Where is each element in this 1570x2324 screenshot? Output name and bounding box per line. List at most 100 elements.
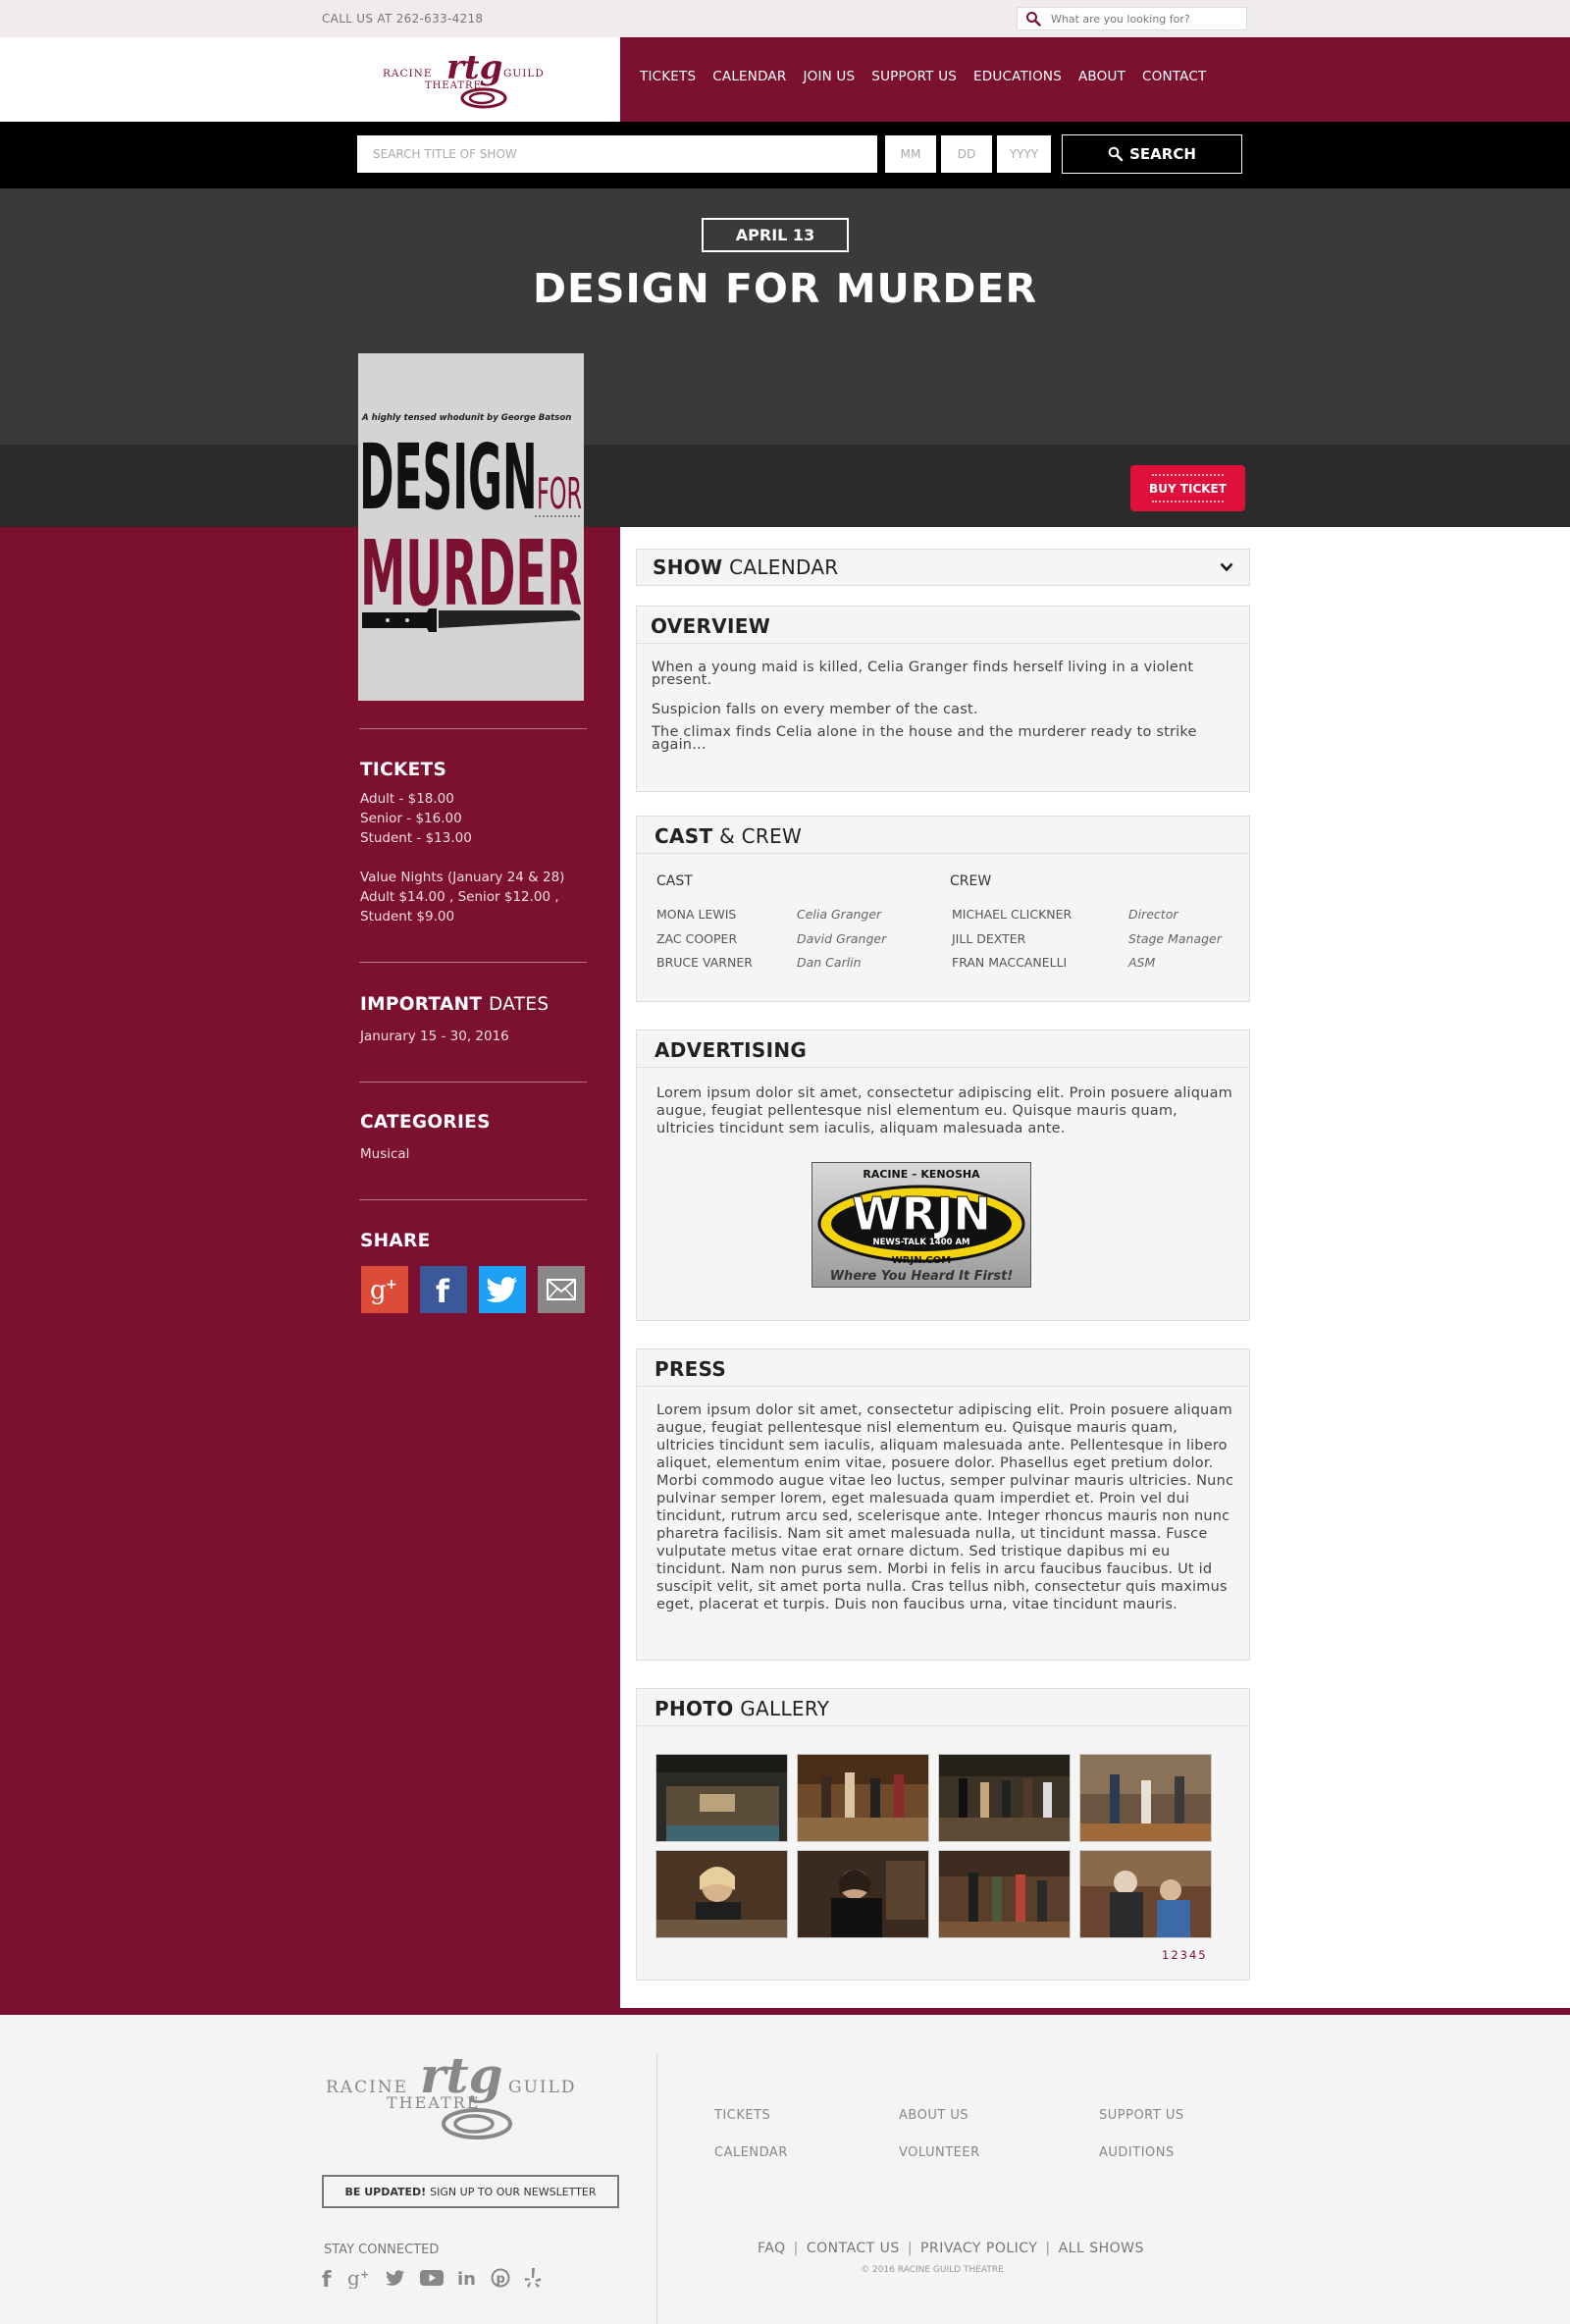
ad-region-text: RACINE – KENOSHA [863, 1168, 980, 1181]
footer [0, 2015, 1570, 2324]
gallery-thumbnail[interactable] [797, 1754, 929, 1842]
search-button-label: SEARCH [1129, 145, 1196, 163]
overview-paragraph: When a young maid is killed, Celia Grang… [652, 660, 1194, 688]
divider [359, 962, 587, 963]
categories-heading: CATEGORIES [360, 1112, 491, 1133]
buy-ticket-button[interactable]: BUY TICKET [1130, 465, 1245, 511]
logo-left-word: RACINE [383, 68, 433, 79]
footer-link-about-us[interactable]: ABOUT US [899, 2108, 968, 2123]
footer-link-all-shows[interactable]: ALL SHOWS [1059, 2241, 1144, 2256]
footer-link-privacy-policy[interactable]: PRIVACY POLICY [920, 2241, 1037, 2256]
ticket-price-student: Student - $13.00 [360, 830, 472, 846]
site-search-input[interactable] [1051, 10, 1242, 27]
gallery-thumbnail[interactable] [1079, 1754, 1212, 1842]
crew-member-role: Stage Manager [1128, 931, 1222, 946]
site-search[interactable] [1017, 7, 1247, 30]
year-input[interactable] [997, 135, 1051, 173]
wrjn-ad-banner[interactable]: RACINE – KENOSHA WRJN NEWS-TALK 1400 AM … [811, 1162, 1031, 1288]
nav-join-us[interactable]: JOIN US [803, 69, 855, 84]
gallery-thumbnail[interactable] [797, 1850, 929, 1938]
gallery-thumbnail[interactable] [938, 1850, 1071, 1938]
gallery-thumbnail[interactable] [938, 1754, 1071, 1842]
newsletter-signup-button[interactable]: BE UPDATED! SIGN UP TO OUR NEWSLETTER [322, 2175, 619, 2208]
press-text: Lorem ipsum dolor sit amet, consectetur … [656, 1402, 1234, 1612]
footer-link-support-us[interactable]: SUPPORT US [1099, 2108, 1184, 2123]
logo-right-word: GUILD [503, 68, 545, 79]
value-night-prices: Value Nights (January 24 & 28) Adult $14… [360, 868, 564, 926]
cast-crew-heading: CAST & CREW [654, 824, 803, 848]
value-nights-line: Student $9.00 [360, 909, 455, 924]
show-title-input[interactable] [357, 135, 877, 173]
nav-contact[interactable]: CONTACT [1142, 69, 1206, 84]
share-facebook-button[interactable]: f [420, 1266, 467, 1313]
photo-gallery-panel: PHOTO GALLERY 12345 [636, 1688, 1250, 1981]
copyright: © 2016 RACINE GUILD THEATRE [861, 2265, 1004, 2275]
advertising-heading: ADVERTISING [654, 1038, 808, 1062]
share-heading: SHARE [360, 1231, 431, 1251]
nav-tickets[interactable]: TICKETS [640, 69, 696, 84]
footer-logo-mark: rtg [420, 2051, 502, 2104]
crew-member-role: ASM [1128, 955, 1156, 970]
poster-word-design: DESIGN [359, 424, 537, 530]
dates-heading-light: DATES [489, 994, 550, 1015]
share-google-plus-button[interactable]: g + [361, 1266, 408, 1313]
crew-member-name: MICHAEL CLICKNER [952, 907, 1073, 922]
footer-link-tickets[interactable]: TICKETS [714, 2108, 770, 2123]
svg-text:+: + [386, 1277, 397, 1293]
overview-paragraph: Suspicion falls on every member of the c… [652, 702, 978, 717]
advertising-panel: ADVERTISING Lorem ipsum dolor sit amet, … [636, 1030, 1250, 1321]
cast-member-role: David Granger [797, 931, 887, 946]
search-icon [1108, 146, 1124, 162]
press-heading: PRESS [654, 1357, 727, 1381]
svg-text:f: f [322, 2268, 332, 2289]
category-link[interactable]: Musical [360, 1144, 409, 1164]
ad-slogan-text: Where You Heard It First! [830, 1269, 1014, 1284]
search-icon [1026, 12, 1041, 26]
site-logo[interactable]: RACINE GUILD THEATRE rtg [378, 47, 554, 114]
poster-tagline: A highly tensed whodunit by George Batso… [361, 413, 571, 423]
show-poster: A highly tensed whodunit by George Batso… [358, 353, 584, 701]
footer-link-auditions[interactable]: AUDITIONS [1099, 2145, 1175, 2160]
svg-text:+: + [360, 2268, 369, 2281]
facebook-icon[interactable]: f [322, 2267, 334, 2289]
twitter-icon [486, 1277, 517, 1302]
top-bar [0, 0, 1570, 37]
gallery-thumbnail[interactable] [655, 1850, 788, 1938]
footer-link-faq[interactable]: FAQ [758, 2241, 786, 2256]
dates-heading-bold: IMPORTANT [360, 994, 483, 1015]
footer-link-volunteer[interactable]: VOLUNTEER [899, 2145, 980, 2160]
footer-link-contact-us[interactable]: CONTACT US [807, 2241, 900, 2256]
svg-text:g: g [347, 2267, 360, 2289]
ad-brand-text: WRJN [852, 1188, 991, 1241]
search-button[interactable]: SEARCH [1062, 134, 1242, 174]
nav-about[interactable]: ABOUT [1078, 69, 1125, 84]
divider [359, 1199, 587, 1200]
cast-member-role: Celia Granger [797, 907, 882, 922]
poster-word-for: FOR [537, 469, 582, 519]
google-plus-icon[interactable]: g + [347, 2267, 371, 2289]
show-calendar-dropdown[interactable]: SHOW CALENDAR [636, 549, 1250, 586]
gallery-pagination[interactable]: 12345 [1162, 1948, 1208, 1962]
share-email-button[interactable] [538, 1266, 585, 1313]
logo-mark: rtg [446, 48, 502, 87]
cast-member-name: MONA LEWIS [656, 907, 737, 922]
footer-logo[interactable]: RACINE GUILD THEATRE rtg [324, 2046, 579, 2145]
crew-member-role: Director [1128, 907, 1178, 922]
sidebar [0, 527, 620, 2014]
nav-educations[interactable]: EDUCATIONS [973, 69, 1062, 84]
panel-header: PRESS [637, 1349, 1249, 1387]
share-twitter-button[interactable] [479, 1266, 526, 1313]
nav-support-us[interactable]: SUPPORT US [871, 69, 957, 84]
crew-label: CREW [950, 873, 992, 889]
page-title: DESIGN FOR MURDER [532, 265, 1038, 312]
overview-paragraph: The climax finds Celia alone in the hous… [652, 724, 1197, 753]
footer-link-calendar[interactable]: CALENDAR [714, 2145, 788, 2160]
day-input[interactable] [941, 135, 992, 173]
newsletter-light: SIGN UP TO OUR NEWSLETTER [430, 2185, 597, 2198]
nav-calendar[interactable]: CALENDAR [712, 69, 786, 84]
crew-member-name: JILL DEXTER [952, 931, 1026, 946]
stay-connected-label: STAY CONNECTED [324, 2243, 440, 2257]
month-input[interactable] [885, 135, 936, 173]
gallery-thumbnail[interactable] [1079, 1850, 1212, 1938]
gallery-thumbnail[interactable] [655, 1754, 788, 1842]
